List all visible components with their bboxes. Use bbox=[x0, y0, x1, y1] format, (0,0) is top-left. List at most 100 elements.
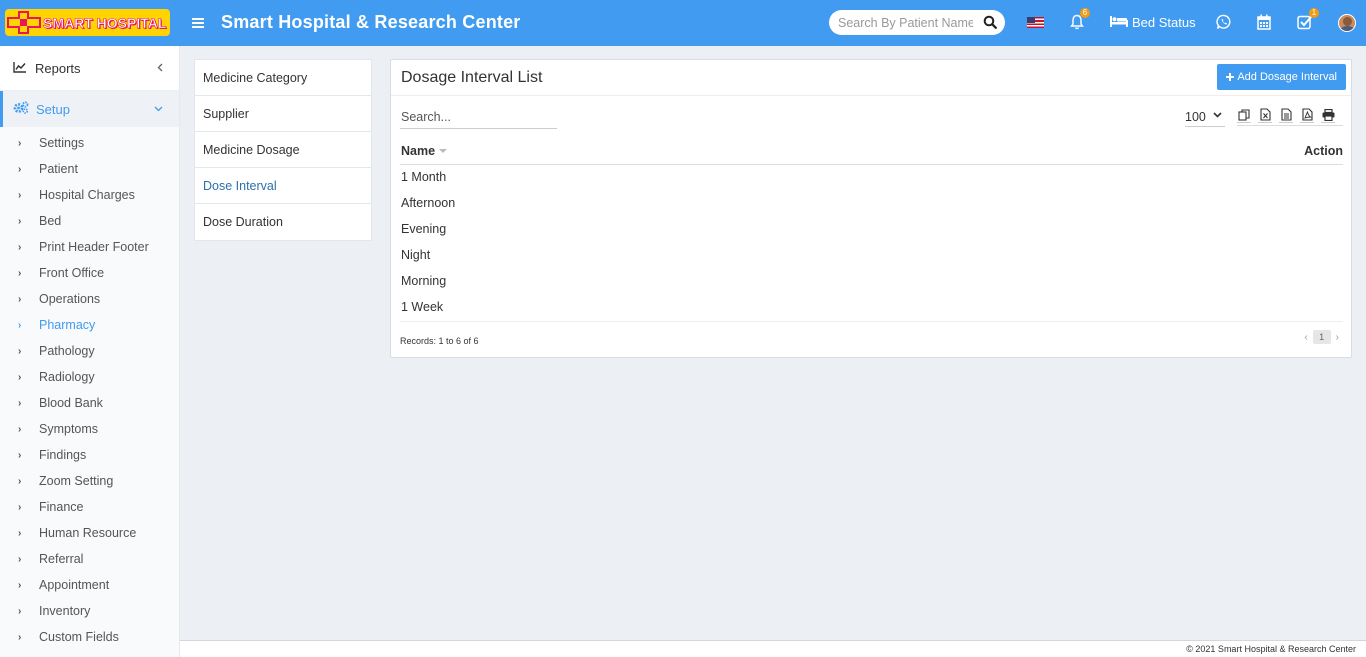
sidebar-item-appointment[interactable]: › Appointment bbox=[0, 572, 179, 598]
chevron-right-icon: › bbox=[18, 319, 22, 331]
previous-page-icon[interactable]: ‹ bbox=[1304, 332, 1307, 343]
pharmacy-settings-menu: Medicine Category Supplier Medicine Dosa… bbox=[194, 59, 372, 241]
sidebar-item-radiology[interactable]: › Radiology bbox=[0, 364, 179, 390]
column-header-name[interactable]: Name bbox=[400, 138, 948, 165]
submenu-dose-duration[interactable]: Dose Duration bbox=[195, 204, 371, 240]
sidebar-item-finance[interactable]: › Finance bbox=[0, 494, 179, 520]
print-icon[interactable] bbox=[1321, 107, 1335, 123]
user-avatar[interactable] bbox=[1338, 14, 1356, 32]
task-badge: 1 bbox=[1309, 8, 1319, 18]
cell-action bbox=[947, 242, 1343, 268]
table-row: Morning bbox=[400, 268, 1343, 294]
chevron-right-icon: › bbox=[18, 553, 22, 565]
cell-name: Evening bbox=[401, 222, 447, 236]
bed-icon bbox=[1110, 15, 1128, 30]
chevron-right-icon: › bbox=[18, 189, 22, 201]
cell-name: Night bbox=[401, 248, 431, 262]
sidebar-item-blood-bank[interactable]: › Blood Bank bbox=[0, 390, 179, 416]
sidebar-item-bed[interactable]: › Bed bbox=[0, 208, 179, 234]
sidebar-item-referral[interactable]: › Referral bbox=[0, 546, 179, 572]
chevron-right-icon: › bbox=[18, 423, 22, 435]
table-header-row: Name Action bbox=[400, 138, 1343, 165]
app-logo[interactable]: SMART HOSPITAL bbox=[5, 9, 170, 36]
medical-cross-icon bbox=[5, 9, 43, 36]
chevron-right-icon: › bbox=[18, 605, 22, 617]
next-page-icon[interactable]: › bbox=[1336, 332, 1339, 343]
submenu-supplier[interactable]: Supplier bbox=[195, 96, 371, 132]
cell-action bbox=[947, 164, 1343, 190]
sidebar-item-label: Front Office bbox=[39, 266, 105, 280]
chevron-right-icon: › bbox=[18, 371, 22, 383]
sidebar-item-hospital-charges[interactable]: › Hospital Charges bbox=[0, 182, 179, 208]
sidebar-item-front-office[interactable]: › Front Office bbox=[0, 260, 179, 286]
csv-icon[interactable] bbox=[1279, 107, 1293, 123]
sidebar-item-label: Print Header Footer bbox=[39, 240, 149, 254]
sidebar-item-human-resource[interactable]: › Human Resource bbox=[0, 520, 179, 546]
sidebar-item-zoom-setting[interactable]: › Zoom Setting bbox=[0, 468, 179, 494]
cell-action bbox=[947, 294, 1343, 320]
sidebar-item-label: Inventory bbox=[39, 604, 91, 618]
sidebar-item-symptoms[interactable]: › Symptoms bbox=[0, 416, 179, 442]
cell-name: 1 Month bbox=[401, 170, 447, 185]
menu-toggle-icon[interactable] bbox=[192, 14, 204, 34]
sidebar-item-settings[interactable]: › Settings bbox=[0, 130, 179, 156]
sidebar-item-label: Findings bbox=[39, 448, 87, 462]
search-icon[interactable] bbox=[983, 15, 997, 32]
sidebar-item-label: Bed bbox=[39, 214, 62, 228]
table-row: Afternoon bbox=[400, 190, 1343, 216]
dosage-interval-table: Name Action 1 Month Afternoon Evening Ni… bbox=[400, 138, 1343, 320]
submenu-dose-interval[interactable]: Dose Interval bbox=[195, 168, 371, 204]
sidebar-item-pharmacy[interactable]: › Pharmacy bbox=[0, 312, 179, 338]
submenu-medicine-dosage[interactable]: Medicine Dosage bbox=[195, 132, 371, 168]
sidebar-item-operations[interactable]: › Operations bbox=[0, 286, 179, 312]
top-header: SMART HOSPITAL Smart Hospital & Research… bbox=[0, 0, 1366, 46]
sort-desc-icon bbox=[439, 149, 448, 154]
chevron-right-icon: › bbox=[18, 241, 22, 253]
table-row: Evening bbox=[400, 216, 1343, 242]
sidebar-item-label: Pharmacy bbox=[39, 318, 96, 332]
table-row: 1 Month bbox=[400, 164, 1343, 190]
add-dosage-interval-button[interactable]: Add Dosage Interval bbox=[1217, 64, 1346, 90]
chevron-right-icon: › bbox=[18, 397, 22, 409]
sidebar-item-findings[interactable]: › Findings bbox=[0, 442, 179, 468]
copy-icon[interactable] bbox=[1237, 107, 1251, 123]
page-length-select[interactable]: 100 bbox=[1185, 110, 1225, 127]
cell-action bbox=[947, 216, 1343, 242]
page-title: Dosage Interval List bbox=[401, 69, 543, 86]
page-number-button[interactable]: 1 bbox=[1312, 330, 1331, 344]
submenu-medicine-category[interactable]: Medicine Category bbox=[195, 60, 371, 96]
bed-status-link[interactable]: Bed Status bbox=[1110, 15, 1196, 30]
sidebar-item-label: Human Resource bbox=[39, 526, 137, 540]
chevron-right-icon: › bbox=[18, 475, 22, 487]
sidebar-item-inventory[interactable]: › Inventory bbox=[0, 598, 179, 624]
whatsapp-icon[interactable] bbox=[1216, 14, 1232, 33]
pdf-icon[interactable] bbox=[1300, 107, 1314, 123]
sidebar-item-label: Appointment bbox=[39, 578, 110, 592]
sidebar-item-label: Blood Bank bbox=[39, 396, 103, 410]
sidebar-item-label: Radiology bbox=[39, 370, 95, 384]
chevron-right-icon: › bbox=[18, 137, 22, 149]
chevron-down-icon bbox=[154, 103, 163, 115]
chevron-right-icon: › bbox=[18, 215, 22, 227]
chevron-down-icon bbox=[1213, 110, 1222, 121]
excel-icon[interactable] bbox=[1258, 107, 1272, 123]
chevron-right-icon: › bbox=[18, 631, 22, 643]
calendar-icon[interactable] bbox=[1257, 14, 1271, 33]
plus-icon bbox=[1226, 73, 1235, 81]
sidebar-item-setup[interactable]: Setup bbox=[0, 91, 179, 127]
chevron-left-icon bbox=[157, 61, 163, 75]
sidebar-item-pathology[interactable]: › Pathology bbox=[0, 338, 179, 364]
sidebar-item-patient[interactable]: › Patient bbox=[0, 156, 179, 182]
us-flag-icon[interactable] bbox=[1027, 17, 1044, 28]
gears-icon bbox=[13, 101, 36, 117]
sidebar-item-label: Operations bbox=[39, 292, 101, 306]
patient-search-input[interactable] bbox=[838, 15, 973, 30]
sidebar-item-reports[interactable]: Reports bbox=[0, 46, 179, 91]
sidebar-item-label: Reports bbox=[35, 60, 81, 76]
cell-name: Morning bbox=[401, 274, 447, 288]
table-search-input[interactable] bbox=[400, 108, 557, 128]
sidebar-item-custom-fields[interactable]: › Custom Fields bbox=[0, 624, 179, 650]
sidebar-item-print-header-footer[interactable]: › Print Header Footer bbox=[0, 234, 179, 260]
dosage-interval-panel: Dosage Interval List Add Dosage Interval… bbox=[390, 59, 1352, 358]
bed-status-label: Bed Status bbox=[1132, 15, 1196, 30]
